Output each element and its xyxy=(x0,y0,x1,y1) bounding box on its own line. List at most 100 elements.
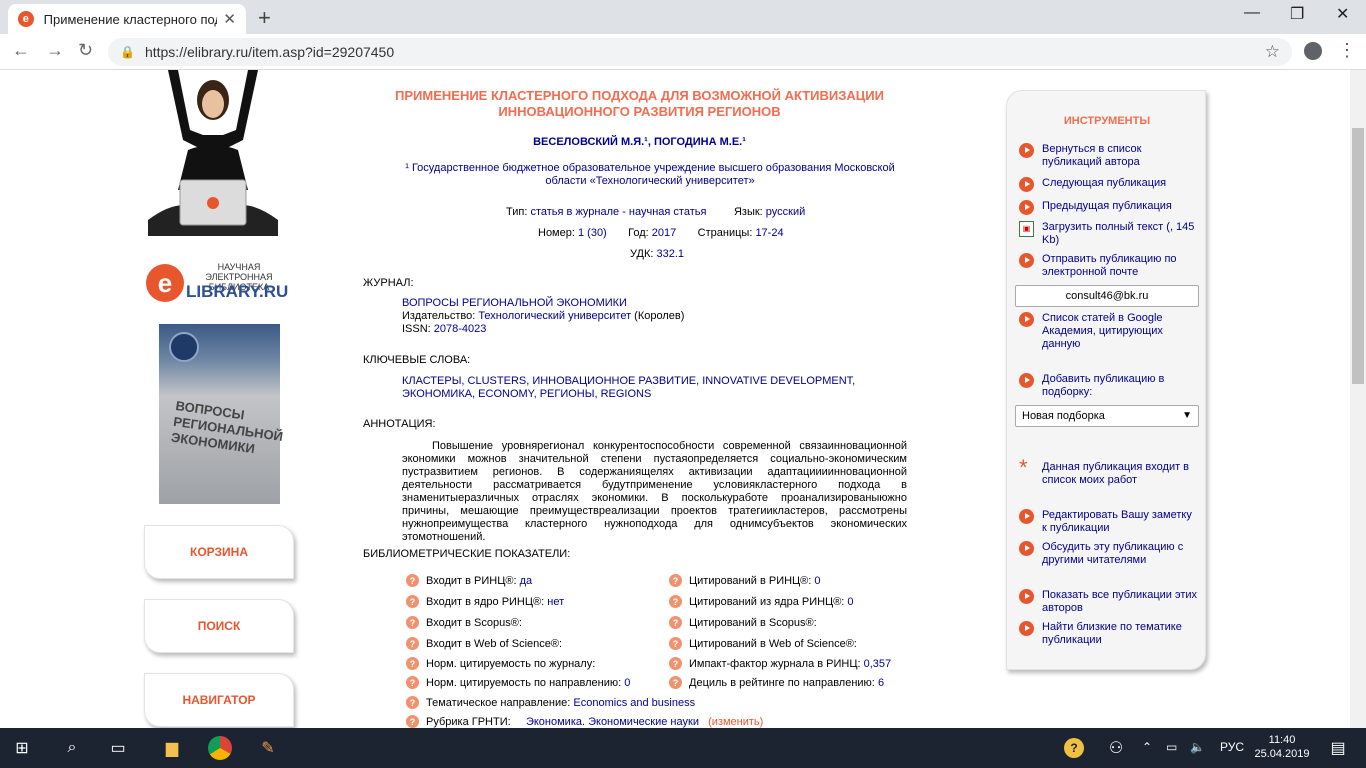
forward-icon[interactable]: → xyxy=(46,40,64,61)
navigator-button[interactable]: НАВИГАТОР xyxy=(144,673,294,727)
elibrary-logo[interactable]: e НАУЧНАЯ ЭЛЕКТРОННАЯ БИБЛИОТЕКА LIBRARY… xyxy=(144,260,304,304)
back-icon[interactable]: ← xyxy=(12,40,30,61)
restore-icon[interactable]: ❐ xyxy=(1290,4,1304,24)
browser-menu-icon[interactable]: ⋮ xyxy=(1338,40,1356,61)
language-indicator[interactable]: РУС xyxy=(1220,740,1244,754)
tool-label: Данная публикация входит в список моих р… xyxy=(1042,461,1190,486)
udk-value: 332.1 xyxy=(656,248,685,260)
help-icon[interactable]: ? xyxy=(669,574,682,587)
address-bar[interactable]: 🔒 https://elibrary.ru/item.asp?id=292074… xyxy=(108,38,1292,66)
tool-label: Предыдущая публикация xyxy=(1042,200,1172,212)
biblio-heading: БИБЛИОМЕТРИЧЕСКИЕ ПОКАЗАТЕЛИ: xyxy=(363,548,571,560)
download-fulltext-link[interactable]: ▣ Загрузить полный текст (, 145 Kb) xyxy=(1019,221,1199,247)
metric-value: 6 xyxy=(877,676,885,689)
tools-title: ИНСТРУМЕНТЫ xyxy=(1063,115,1151,127)
edit-note-link[interactable]: Редактировать Вашу заметку к публикации xyxy=(1019,509,1199,535)
help-icon[interactable]: ? xyxy=(406,715,419,728)
people-icon[interactable]: ⚇ xyxy=(1104,736,1128,760)
help-icon[interactable]: ? xyxy=(406,595,419,608)
google-scholar-link[interactable]: Список статей в Google Академия, цитирую… xyxy=(1019,312,1199,351)
search-button[interactable]: ПОИСК xyxy=(144,599,294,653)
article-affiliation[interactable]: ¹ Государственное бюджетное образователь… xyxy=(400,162,900,188)
rubric-change-link[interactable]: (изменить) xyxy=(708,716,763,728)
collection-select-value: Новая подборка xyxy=(1022,410,1105,422)
abstract-heading: АННОТАЦИЯ: xyxy=(363,418,436,430)
lock-icon: 🔒 xyxy=(120,45,135,59)
article-authors[interactable]: ВЕСЕЛОВСКИЙ М.Я.¹, ПОГОДИНА М.Е.¹ xyxy=(362,136,917,148)
network-icon[interactable]: ▭ xyxy=(1166,740,1177,754)
tool-label: Отправить публикацию по электронной почт… xyxy=(1042,253,1177,278)
windows-start-icon[interactable]: ⊞ xyxy=(10,736,34,760)
notifications-icon[interactable]: ▤ xyxy=(1326,736,1350,760)
help-icon[interactable]: ? xyxy=(406,676,419,689)
metric-value: нет xyxy=(547,595,565,608)
arrow-right-icon xyxy=(1019,177,1034,192)
account-icon[interactable] xyxy=(1304,42,1322,60)
chrome-icon[interactable] xyxy=(208,736,232,760)
cart-button[interactable]: КОРЗИНА xyxy=(144,525,294,579)
arrow-right-icon xyxy=(1019,373,1034,388)
browser-tab[interactable]: e Применение кластерного подхо ✕ xyxy=(8,4,246,34)
browser-tabbar: e Применение кластерного подхо ✕ + — ❐ ✕ xyxy=(0,0,1366,34)
discuss-publication-link[interactable]: Обсудить эту публикацию с другими читате… xyxy=(1019,541,1199,567)
publisher-city: (Королев) xyxy=(634,310,685,322)
tool-label: Показать все публикации этих авторов xyxy=(1042,589,1198,614)
year-value: 2017 xyxy=(651,227,677,239)
keywords-links[interactable]: КЛАСТЕРЫ, CLUSTERS, ИННОВАЦИОННОЕ РАЗВИТ… xyxy=(402,375,855,400)
back-to-author-list-link[interactable]: Вернуться в список публикаций автора xyxy=(1019,143,1199,169)
arrow-right-icon xyxy=(1019,312,1034,327)
minimize-icon[interactable]: — xyxy=(1244,4,1260,22)
metric-value[interactable]: Economics and business xyxy=(573,697,695,709)
my-works-link[interactable]: * Данная публикация входит в список моих … xyxy=(1019,457,1199,487)
help-icon[interactable]: ? xyxy=(669,616,682,629)
previous-publication-link[interactable]: Предыдущая публикация xyxy=(1019,200,1199,215)
help-icon[interactable]: ? xyxy=(406,696,419,709)
metric-row: ? Входит в Scopus®: xyxy=(406,616,525,629)
metric-value: 0,357 xyxy=(863,657,892,670)
close-tab-icon[interactable]: ✕ xyxy=(223,10,236,28)
volume-icon[interactable]: 🔈 xyxy=(1190,740,1205,754)
metric-row: ? Цитирований в Scopus®: xyxy=(669,616,820,629)
paint-icon[interactable]: ✎ xyxy=(256,736,280,760)
tool-label: Вернуться в список публикаций автора xyxy=(1042,143,1142,168)
journal-link[interactable]: ВОПРОСЫ РЕГИОНАЛЬНОЙ ЭКОНОМИКИ xyxy=(402,297,627,309)
email-publication-link[interactable]: Отправить публикацию по электронной почт… xyxy=(1019,253,1199,279)
window-close-icon[interactable]: ✕ xyxy=(1336,4,1349,24)
add-to-collection-link[interactable]: Добавить публикацию в подборку: xyxy=(1019,373,1199,399)
next-publication-link[interactable]: Следующая публикация xyxy=(1019,177,1199,192)
help-icon[interactable]: ? xyxy=(406,574,419,587)
help-tray-icon[interactable]: ? xyxy=(1064,738,1084,758)
similar-publications-link[interactable]: Найти близкие по тематике публикации xyxy=(1019,621,1199,647)
lang-value: русский xyxy=(765,206,806,218)
keywords-heading: КЛЮЧЕВЫЕ СЛОВА: xyxy=(363,354,471,366)
new-tab-icon[interactable]: + xyxy=(258,5,271,31)
publisher-link[interactable]: Технологический университет xyxy=(478,310,631,322)
metric-value: 0 xyxy=(814,574,821,587)
publisher-label: Издательство: xyxy=(402,310,476,322)
search-icon[interactable]: ⌕ xyxy=(60,736,84,760)
email-field[interactable]: consult46@bk.ru xyxy=(1015,285,1199,307)
authors-publications-link[interactable]: Показать все публикации этих авторов xyxy=(1019,589,1199,615)
help-icon[interactable]: ? xyxy=(406,616,419,629)
tray-arrow-icon[interactable]: ⌃ xyxy=(1142,740,1152,754)
help-icon[interactable]: ? xyxy=(406,657,419,670)
tools-panel: ИНСТРУМЕНТЫ Вернуться в список публикаци… xyxy=(1006,90,1206,670)
help-icon[interactable]: ? xyxy=(406,637,419,650)
collection-select[interactable]: Новая подборка ▼ xyxy=(1015,405,1199,427)
help-icon[interactable]: ? xyxy=(669,676,682,689)
scrollbar-thumb[interactable] xyxy=(1352,128,1364,384)
help-icon[interactable]: ? xyxy=(669,637,682,650)
bookmark-star-icon[interactable]: ☆ xyxy=(1265,42,1280,62)
metric-row: ? Импакт-фактор журнала в РИНЦ: 0,357 xyxy=(669,657,891,670)
clock[interactable]: 11:40 25.04.2019 xyxy=(1252,733,1312,761)
journal-cover-image[interactable]: ВОПРОСЫ РЕГИОНАЛЬНОЙ ЭКОНОМИКИ xyxy=(159,324,284,504)
file-explorer-icon[interactable]: ▆ xyxy=(160,736,184,760)
type-label: Тип: xyxy=(506,206,528,218)
help-icon[interactable]: ? xyxy=(669,657,682,670)
task-view-icon[interactable]: ▭ xyxy=(106,736,130,760)
number-label: Номер: xyxy=(538,227,575,239)
help-icon[interactable]: ? xyxy=(669,595,682,608)
reload-icon[interactable]: ↻ xyxy=(78,40,93,61)
number-value[interactable]: 1 (30) xyxy=(578,227,607,239)
metric-value[interactable]: Экономика. Экономические науки xyxy=(526,716,699,728)
